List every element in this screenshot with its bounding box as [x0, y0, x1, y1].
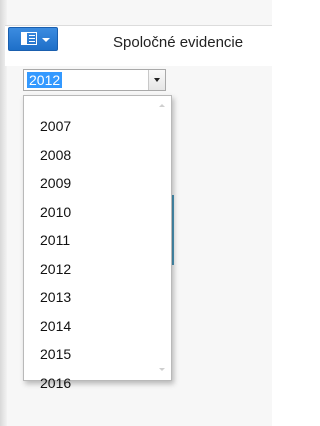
list-item[interactable]: 2013: [40, 289, 71, 305]
combobox-dropdown-button[interactable]: [148, 70, 165, 90]
scroll-down-icon[interactable]: [159, 368, 165, 371]
year-combobox[interactable]: 2012: [23, 69, 166, 91]
list-item[interactable]: 2012: [40, 261, 71, 277]
document-list-icon: [21, 32, 37, 45]
list-item[interactable]: 2008: [40, 147, 71, 163]
app-window: Spoločné evidencie 2012 2007 2008 2009 2…: [0, 0, 272, 426]
year-combobox-value[interactable]: 2012: [27, 72, 63, 88]
list-item[interactable]: 2016: [40, 375, 71, 391]
year-dropdown-list[interactable]: 2007 2008 2009 2010 2011 2012 2013 2014 …: [23, 95, 172, 391]
list-item[interactable]: 2014: [40, 318, 71, 334]
menu-button[interactable]: [8, 27, 58, 51]
scroll-up-icon[interactable]: [159, 104, 165, 107]
tab-title[interactable]: Spoločné evidencie: [113, 34, 243, 51]
chevron-down-icon: [42, 38, 50, 42]
list-item[interactable]: 2010: [40, 204, 71, 220]
list-item[interactable]: 2009: [40, 175, 71, 191]
dropdown-scrollbar[interactable]: [153, 96, 171, 380]
list-item[interactable]: 2011: [40, 232, 70, 248]
list-item[interactable]: 2015: [40, 346, 71, 362]
dropdown-arrow-icon: [154, 78, 160, 82]
list-item[interactable]: 2007: [40, 118, 71, 134]
